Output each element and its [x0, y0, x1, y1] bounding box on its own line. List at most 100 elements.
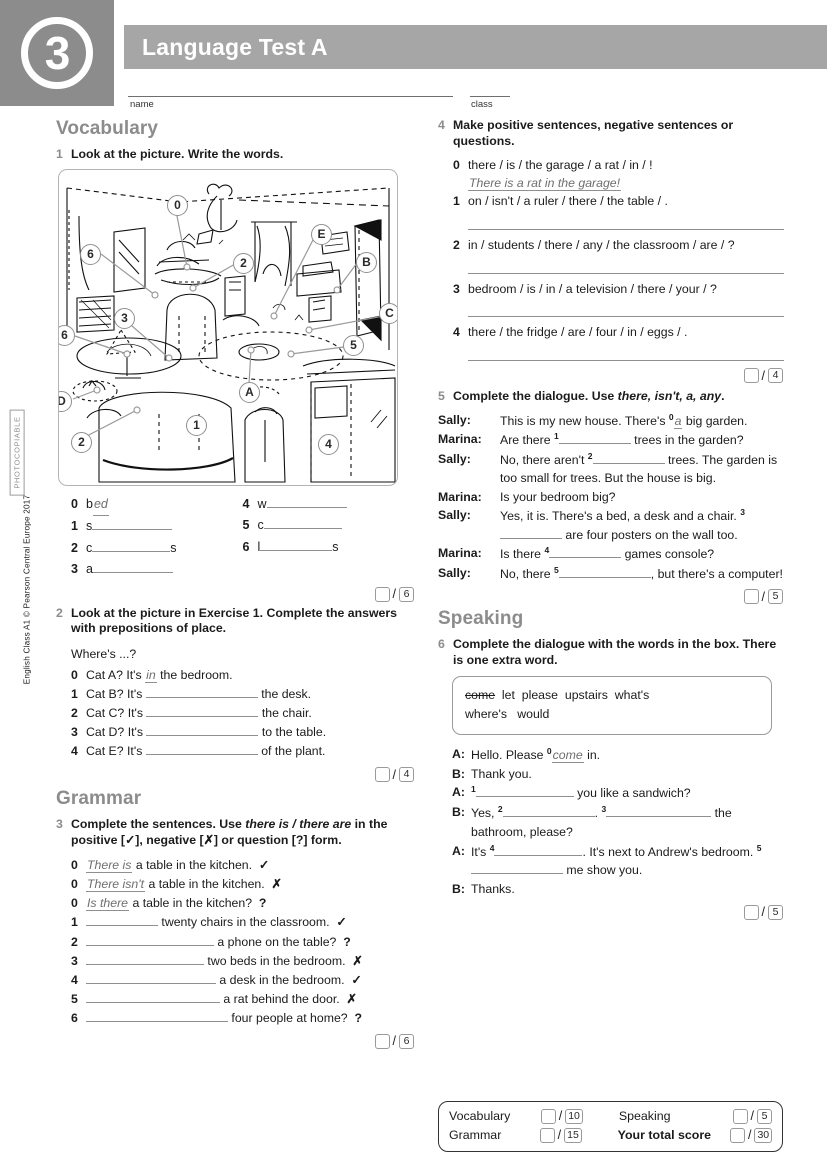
item-blank[interactable]: [86, 914, 158, 927]
item-blank[interactable]: [86, 953, 204, 965]
list-item[interactable]: 4 Cat E? It's of the plant.: [71, 742, 414, 761]
item-mark: ?: [354, 1010, 363, 1025]
item-text: twenty chairs in the classroom.: [161, 915, 330, 930]
list-item[interactable]: 4 w: [243, 494, 415, 516]
speaker-label: B:: [452, 882, 465, 897]
answer-line[interactable]: [468, 300, 784, 318]
list-item[interactable]: 3 two beds in the bedroom. ✗: [71, 952, 414, 971]
word-blank[interactable]: [260, 539, 333, 551]
speaker-line[interactable]: This is my new house. There's 0a big gar…: [500, 411, 783, 431]
gap-blank[interactable]: [500, 527, 562, 539]
score-checkbox[interactable]: [374, 1033, 390, 1049]
item-blank[interactable]: [86, 972, 216, 984]
gap-blank[interactable]: [471, 862, 563, 875]
item-number: 4: [71, 744, 78, 759]
line-text: No, there aren't: [500, 452, 588, 467]
grammar-score-checkbox[interactable]: [539, 1127, 555, 1143]
score-checkbox[interactable]: [374, 767, 390, 783]
word-blank[interactable]: [266, 496, 347, 508]
list-item[interactable]: 1 twenty chairs in the classroom. ✓: [71, 913, 414, 932]
vocabulary-score-checkbox[interactable]: [540, 1108, 556, 1124]
list-item[interactable]: 0 Cat A? It's in the bedroom.: [71, 666, 414, 685]
list-item[interactable]: 6 ls: [243, 537, 415, 559]
word-blank[interactable]: [263, 517, 342, 530]
item-blank[interactable]: [146, 724, 259, 737]
list-item[interactable]: 3 Cat D? It's to the table.: [71, 723, 414, 742]
speaker-line[interactable]: No, there aren't 2 trees. The garden is …: [500, 450, 783, 488]
list-item[interactable]: 5 c: [243, 515, 415, 537]
dialogue-turn: A: It's 4. It's next to Andrew's bedroom…: [452, 842, 783, 880]
gap-blank[interactable]: [592, 452, 665, 464]
list-item[interactable]: 1 s: [71, 516, 243, 538]
item-text: a table in the kitchen.: [148, 877, 265, 892]
list-item[interactable]: 4 there / the fridge / are / four / in /…: [453, 324, 783, 342]
speaker-line[interactable]: It's 4. It's next to Andrew's bedroom. 5…: [471, 842, 783, 880]
line-text: Is there: [500, 547, 545, 562]
item-blank[interactable]: [145, 743, 258, 756]
score-slash: /: [750, 1109, 754, 1123]
score-row-grammar: Grammar / 15 Your total score / 30: [449, 1126, 772, 1145]
item-blank[interactable]: [146, 705, 259, 717]
speaker-line[interactable]: 1 you like a sandwich?: [471, 783, 783, 803]
word-blank[interactable]: [92, 518, 173, 531]
list-item[interactable]: 0 There isn't a table in the kitchen. ✗: [71, 875, 414, 894]
list-item[interactable]: 0 Is there a table in the kitchen? ?: [71, 894, 414, 913]
speaker-line[interactable]: Are there 1 trees in the garden?: [500, 430, 783, 450]
speaker-line[interactable]: Yes, 2. 3 the bathroom, please?: [471, 803, 783, 841]
item-mark: ✓: [351, 972, 362, 987]
answer-line[interactable]: [468, 213, 784, 230]
speaker-line[interactable]: Is there 4 games console?: [500, 544, 783, 564]
list-item[interactable]: 1 on / isn't / a ruler / there / the tab…: [453, 193, 783, 211]
word-blank[interactable]: [92, 540, 171, 552]
gap-blank[interactable]: [558, 432, 631, 445]
list-item[interactable]: 2 cs: [71, 538, 243, 560]
gap-blank[interactable]: [494, 844, 583, 856]
score-checkbox[interactable]: [743, 904, 759, 920]
line-text: . It's next to Andrew's bedroom.: [582, 844, 757, 859]
item-blank[interactable]: [86, 991, 220, 1003]
speaking-score-checkbox[interactable]: [732, 1108, 748, 1124]
score-checkbox[interactable]: [743, 589, 759, 605]
list-item[interactable]: 1 Cat B? It's the desk.: [71, 685, 414, 704]
word-blank[interactable]: [92, 561, 173, 574]
gap-blank[interactable]: [606, 805, 712, 818]
exercise-3-instruction: Complete the sentences. Use there is / t…: [71, 817, 414, 848]
gap-blank[interactable]: [558, 566, 651, 578]
gap-answer: come: [551, 747, 584, 763]
list-item[interactable]: 0 there / is / the garage / a rat / in /…: [453, 157, 783, 193]
item-blank[interactable]: [86, 934, 214, 946]
list-item[interactable]: 6 four people at home? ?: [71, 1009, 414, 1028]
list-item[interactable]: 2 Cat C? It's the chair.: [71, 704, 414, 723]
gap-blank[interactable]: [549, 546, 622, 559]
score-checkbox[interactable]: [743, 368, 759, 384]
list-item[interactable]: 2 a phone on the table? ?: [71, 933, 414, 952]
list-item[interactable]: 4 a desk in the bedroom. ✓: [71, 971, 414, 990]
speaker-line[interactable]: No, there 5, but there's a computer!: [500, 564, 783, 584]
score-checkbox[interactable]: [374, 586, 390, 602]
list-item[interactable]: 3 a: [71, 559, 243, 581]
list-item[interactable]: 0 There is a table in the kitchen. ✓: [71, 856, 414, 875]
exercise-2-instruction: Look at the picture in Exercise 1. Compl…: [71, 605, 397, 636]
class-input-line[interactable]: [470, 96, 510, 97]
total-score-checkbox[interactable]: [730, 1127, 745, 1143]
gap-blank[interactable]: [502, 805, 595, 818]
line-text: Are there: [500, 433, 554, 448]
item-prompt: there / the fridge / are / four / in / e…: [468, 325, 688, 340]
item-blank[interactable]: [86, 1010, 228, 1022]
line-text: Hello. Please: [471, 747, 547, 762]
item-blank[interactable]: [145, 686, 258, 698]
score-slash: /: [557, 1127, 562, 1142]
list-item[interactable]: 5 a rat behind the door. ✗: [71, 990, 414, 1009]
answer-line[interactable]: [468, 257, 784, 274]
list-item[interactable]: 3 bedroom / is / in / a television / the…: [453, 281, 783, 299]
name-input-line[interactable]: [128, 96, 453, 97]
picture-callout: 2: [233, 252, 254, 274]
total-score-max: 30: [754, 1127, 772, 1143]
item-number: 0: [71, 858, 78, 873]
list-item[interactable]: 2 in / students / there / any / the clas…: [453, 237, 783, 255]
gap-blank[interactable]: [475, 785, 574, 798]
speaker-line[interactable]: Hello. Please 0come in.: [471, 745, 783, 765]
speaker-line[interactable]: Yes, it is. There's a bed, a desk and a …: [500, 506, 783, 544]
answer-line[interactable]: [468, 344, 784, 362]
list-item[interactable]: 0 b ed: [71, 494, 243, 517]
